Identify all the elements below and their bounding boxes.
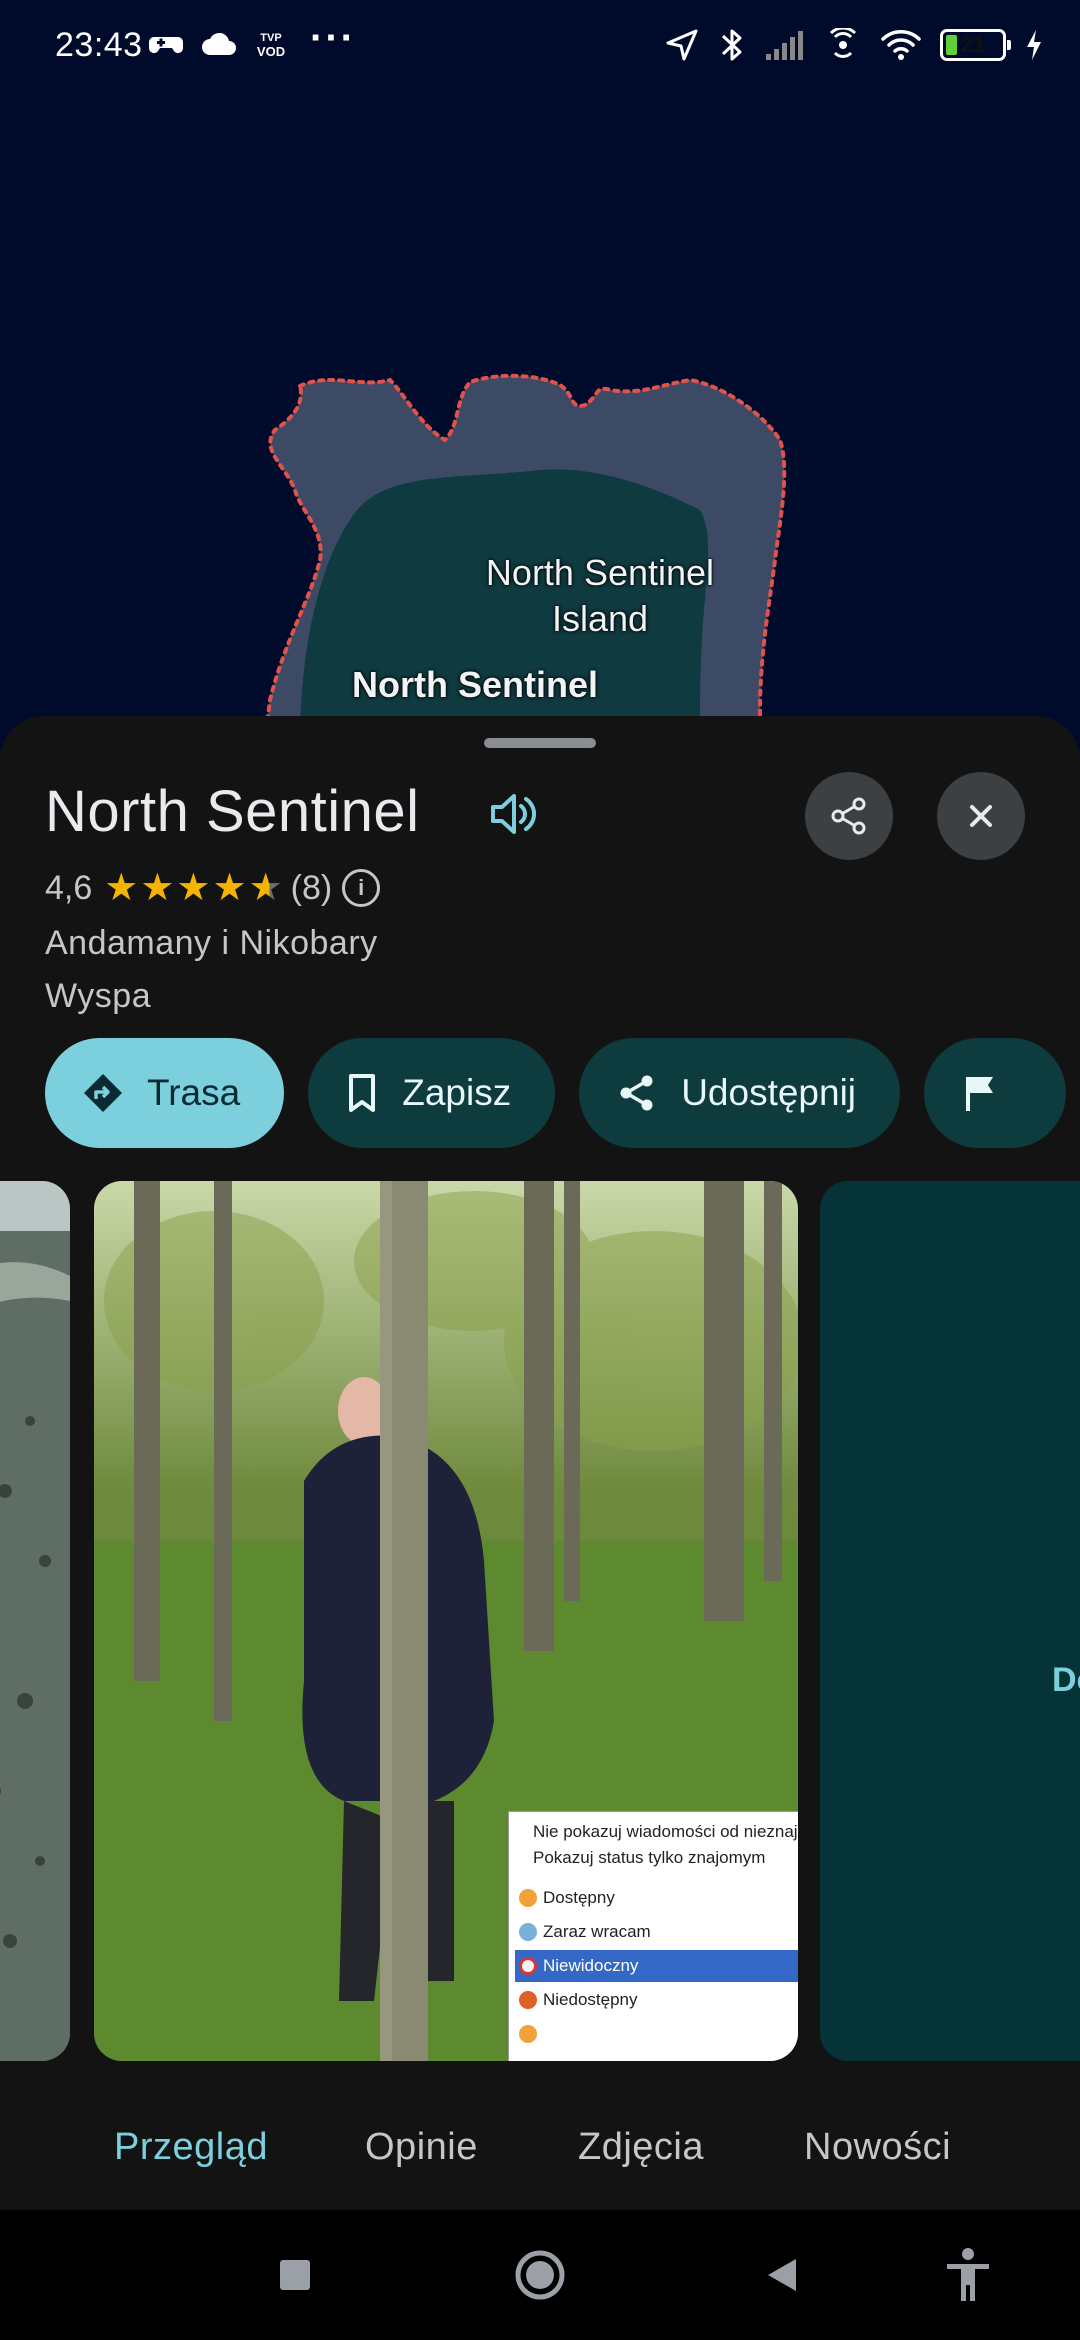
svg-text:TVP: TVP: [260, 32, 281, 44]
accessibility-button[interactable]: [936, 2210, 1000, 2340]
hotspot-icon: [829, 28, 857, 58]
directions-button[interactable]: Trasa: [45, 1038, 285, 1148]
menu-status-label: Niedostępny: [543, 1990, 638, 2009]
sun-icon: [519, 1889, 537, 1907]
red-sun-icon: [519, 1991, 537, 2009]
tvp-vod-icon: TVP VOD: [257, 32, 285, 59]
location-icon: [666, 29, 698, 61]
signal-icon: [766, 31, 803, 60]
back-icon: [768, 2259, 796, 2291]
place-sheet: North Sentinel 4,6 ★ ★ ★ ★ ★ (8) i Andamany …: [0, 716, 1080, 2210]
save-button[interactable]: Zapisz: [308, 1038, 556, 1148]
menu-status-available: Dostępny: [515, 1882, 798, 1914]
share-icon: [831, 797, 866, 835]
directions-label: Trasa: [147, 1072, 241, 1113]
pronunciation-speaker-icon[interactable]: [488, 788, 544, 845]
home-button[interactable]: [508, 2210, 572, 2340]
close-icon: [970, 805, 992, 827]
reviews-count: (8): [290, 868, 333, 907]
menu-status-unavailable: Niedostępny: [515, 1984, 798, 2016]
star-icon: ★: [212, 867, 247, 909]
photo-thumbnail-left[interactable]: [0, 1181, 70, 2061]
place-map-label: North Sentinel: [352, 664, 599, 705]
recents-icon: [280, 2260, 310, 2290]
status-more-dots: ···: [310, 16, 356, 60]
star-icon: ★: [248, 867, 283, 909]
tab-reviews[interactable]: Opinie: [365, 2126, 478, 2169]
menu-status-invisible: Niewidoczny: [515, 1950, 798, 1982]
star-icon: ★: [176, 867, 211, 909]
photo-right-label: Do: [1052, 1661, 1080, 1699]
flag-button[interactable]: [924, 1038, 1067, 1148]
tab-updates[interactable]: Nowości: [804, 2126, 951, 2169]
messenger-status-menu: Nie pokazuj wiadomości od nieznajomych P…: [508, 1811, 798, 2061]
invisible-icon: [519, 1957, 537, 1975]
bookmark-icon: [344, 1071, 380, 1115]
place-title: North Sentinel: [45, 779, 420, 844]
menu-status-label: Dostępny: [543, 1888, 615, 1907]
svg-text:VOD: VOD: [257, 44, 285, 59]
rating-value: 4,6: [45, 868, 93, 907]
home-icon: [515, 2250, 565, 2300]
status-right-icons: 21: [664, 26, 1044, 64]
sun-icon: [519, 2025, 537, 2043]
menu-status-extra: [515, 2018, 798, 2050]
star-icon: ★: [140, 867, 175, 909]
menu-status-brb: Zaraz wracam: [515, 1916, 798, 1948]
save-label: Zapisz: [402, 1072, 512, 1113]
menu-status-label: Zaraz wracam: [543, 1922, 651, 1941]
island-map-label: North Sentinel Island: [440, 550, 760, 642]
rating-stars: ★ ★ ★ ★ ★: [104, 868, 282, 908]
photo-thumbnail-right[interactable]: Do: [820, 1181, 1080, 2061]
back-button[interactable]: [752, 2210, 812, 2340]
battery-percent: 21: [960, 32, 986, 57]
share-label: Udostępnij: [681, 1072, 857, 1113]
share-button[interactable]: Udostępnij: [579, 1038, 901, 1148]
accessibility-icon: [947, 2248, 989, 2301]
bluetooth-icon: [721, 29, 742, 61]
star-icon: ★: [104, 867, 139, 909]
rating-row[interactable]: 4,6 ★ ★ ★ ★ ★ (8) i: [45, 868, 381, 908]
menu-line-1: Nie pokazuj wiadomości od nieznajomych: [533, 1822, 798, 1841]
share-icon: [615, 1071, 659, 1115]
flag-icon: [960, 1071, 1000, 1115]
game-controller-icon: [149, 37, 183, 53]
directions-icon: [81, 1071, 125, 1115]
place-tabs: Przegląd Opinie Zdjęcia Nowości: [0, 2126, 1080, 2210]
status-time: 23:43: [55, 26, 143, 64]
close-button[interactable]: [937, 772, 1025, 860]
battery-icon: 21: [940, 29, 1011, 61]
menu-line-2: Pokazuj status tylko znajomym: [533, 1848, 766, 1867]
action-chips: Trasa Zapisz Udostępnij: [45, 1038, 1067, 1148]
status-bar: 23:43 TVP VOD ··· 21: [0, 0, 1080, 96]
info-icon[interactable]: i: [342, 869, 381, 907]
battery-tip: [1007, 40, 1011, 50]
aerial-photo: [0, 1181, 70, 2061]
place-region: Andamany i Nikobary: [45, 924, 378, 962]
drag-handle[interactable]: [484, 738, 596, 748]
cloud-icon: [202, 32, 236, 55]
recents-button[interactable]: [262, 2210, 328, 2340]
island-label-line2: Island: [551, 598, 649, 639]
wifi-icon: [881, 30, 921, 60]
share-round-button[interactable]: [805, 772, 893, 860]
charging-icon: [1027, 30, 1041, 60]
place-category: Wyspa: [45, 977, 152, 1015]
island-label-line1: North Sentinel: [485, 552, 715, 593]
system-nav-bar: [0, 2210, 1080, 2340]
status-left-icons: TVP VOD: [148, 28, 288, 62]
menu-status-label: Niewidoczny: [543, 1956, 639, 1975]
sun-cloud-icon: [519, 1923, 537, 1941]
map-view[interactable]: North Sentinel Island North Sentinel: [0, 0, 1080, 740]
tab-photos[interactable]: Zdjęcia: [578, 2126, 704, 2169]
photo-main[interactable]: Nie pokazuj wiadomości od nieznajomych P…: [94, 1181, 798, 2061]
tab-overview[interactable]: Przegląd: [114, 2126, 268, 2169]
